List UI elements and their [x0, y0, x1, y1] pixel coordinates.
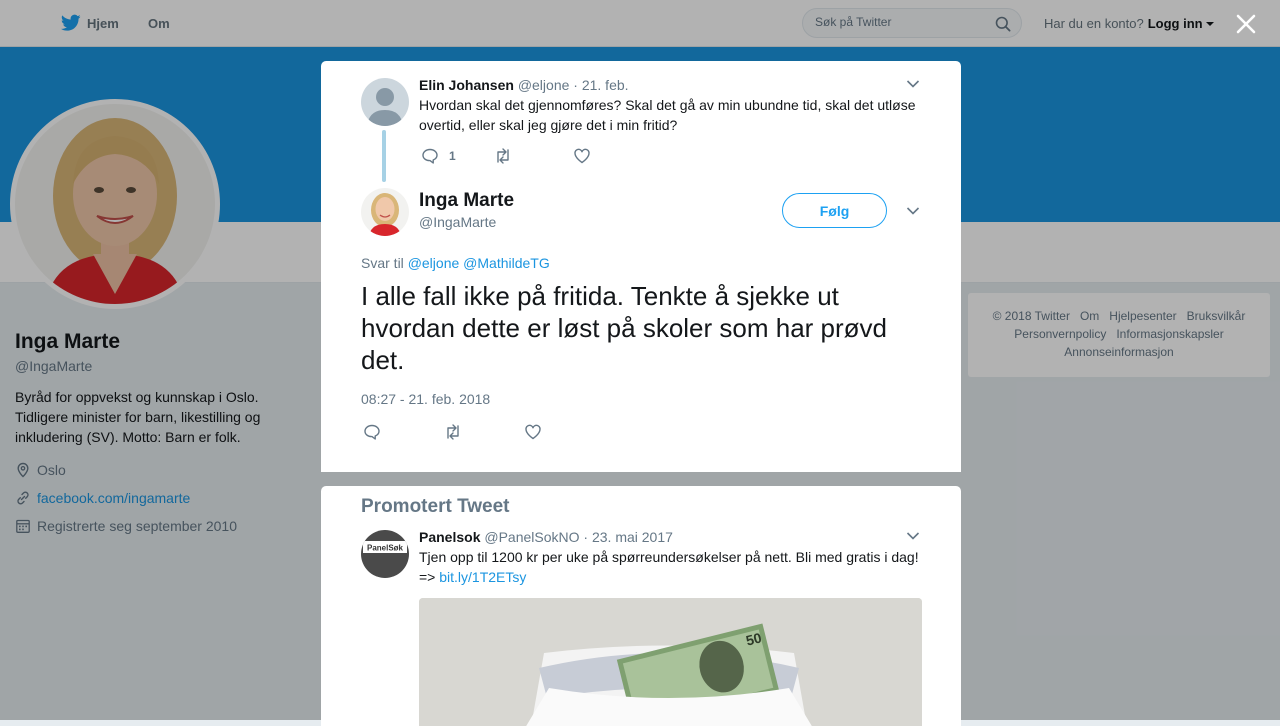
promoted-tweet-header: Panelsok @PanelSokNO · 23. mai 2017: [419, 529, 673, 545]
reply-to-prefix: Svar til: [361, 255, 404, 271]
promoted-date[interactable]: · 23. mai 2017: [583, 529, 673, 545]
promoted-handle[interactable]: @PanelSokNO: [484, 529, 579, 545]
logo-text: PanelSøk: [367, 544, 404, 553]
envelope-banknote-image: 50: [419, 598, 922, 726]
like-icon: [573, 148, 590, 164]
reply-icon: [422, 148, 438, 164]
reply-icon: [364, 424, 380, 440]
chevron-down-icon[interactable]: [906, 206, 920, 216]
parent-tweet-avatar[interactable]: [361, 78, 409, 126]
like-button[interactable]: [573, 147, 591, 165]
promoted-text: Tjen opp til 1200 kr per uke på spørreun…: [419, 547, 929, 587]
parent-tweet-name[interactable]: Elin Johansen: [419, 77, 514, 93]
tweet-modal: Elin Johansen @eljone · 21. feb. Hvordan…: [321, 61, 961, 472]
main-tweet-actions: [363, 423, 542, 441]
reply-count: 1: [449, 149, 456, 163]
mention-link[interactable]: @eljone: [408, 255, 460, 271]
main-tweet-avatar[interactable]: [361, 188, 409, 236]
chevron-down-icon[interactable]: [906, 79, 920, 89]
parent-tweet-actions: 1: [421, 147, 591, 165]
close-button[interactable]: [1234, 12, 1258, 36]
like-button[interactable]: [524, 423, 542, 441]
main-tweet-timestamp[interactable]: 08:27 - 21. feb. 2018: [361, 391, 490, 407]
retweet-button[interactable]: [443, 423, 463, 441]
parent-tweet-handle[interactable]: @eljone: [518, 77, 570, 93]
reply-button[interactable]: 1: [421, 147, 456, 165]
mention-link[interactable]: @MathildeTG: [463, 255, 550, 271]
parent-tweet-header: Elin Johansen @eljone · 21. feb.: [419, 77, 629, 93]
follow-button[interactable]: Følg: [782, 193, 887, 228]
main-tweet-text: I alle fall ikke på fritida. Tenkte å sj…: [361, 281, 888, 375]
promoted-link[interactable]: bit.ly/1T2ETsy: [439, 569, 526, 585]
reply-to-line: Svar til @eljone @MathildeTG: [361, 255, 550, 271]
parent-tweet-text: Hvordan skal det gjennomføres? Skal det …: [419, 97, 916, 133]
like-icon: [525, 424, 541, 440]
promoted-image[interactable]: 50: [419, 598, 922, 726]
panelsok-logo: PanelSøk: [361, 530, 409, 578]
promoted-name[interactable]: Panelsok: [419, 529, 480, 545]
promoted-tweet-card: Promotert Tweet PanelSøk Panelsok @Panel…: [321, 486, 961, 726]
default-avatar-icon: [361, 78, 409, 126]
reply-button[interactable]: [363, 423, 381, 441]
main-tweet-photo: [361, 188, 409, 236]
thread-line: [382, 130, 386, 182]
retweet-icon: [496, 148, 509, 164]
promoted-title: Promotert Tweet: [361, 496, 510, 517]
close-icon: [1236, 14, 1256, 34]
parent-tweet-date[interactable]: · 21. feb.: [573, 77, 628, 93]
main-tweet-handle[interactable]: @IngaMarte: [419, 214, 496, 230]
main-tweet-name[interactable]: Inga Marte: [419, 190, 514, 212]
retweet-button[interactable]: [493, 147, 513, 165]
chevron-down-icon[interactable]: [906, 531, 920, 541]
retweet-icon: [447, 424, 459, 440]
promoted-avatar[interactable]: PanelSøk: [361, 530, 409, 578]
